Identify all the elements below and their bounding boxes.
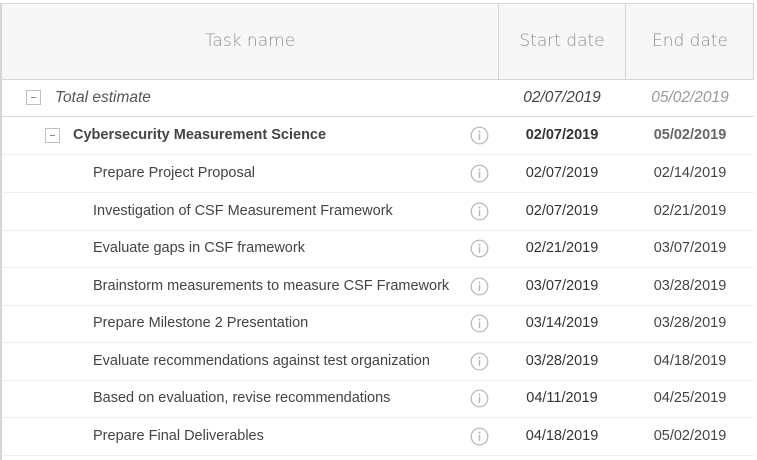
task-grid: Task name Start date End date Total esti… [0,0,757,460]
task-row[interactable]: Prepare Project Proposal 02/07/2019 02/14/… [2,155,754,193]
task-name: Evaluate gaps in CSF framework [93,240,305,256]
task-start-date: 02/07/2019 [525,203,599,219]
total-end-date: 05/02/2019 [651,89,729,106]
task-end-date: 03/28/2019 [653,278,727,294]
task-end-date: 04/18/2019 [653,353,727,369]
task-name: Prepare Project Proposal [93,165,255,181]
info-icon[interactable] [470,239,489,258]
group-name: Cybersecurity Measurement Science [73,127,327,143]
task-end-date: 04/25/2019 [653,390,727,406]
task-name: Prepare Final Deliverables [93,428,264,444]
task-name: Investigation of CSF Measurement Framewo… [93,203,393,219]
info-icon[interactable] [470,427,489,446]
task-row[interactable]: Evaluate recommendations against test or… [2,343,754,381]
info-icon[interactable] [470,164,489,183]
task-end-date: 02/14/2019 [653,165,727,181]
info-icon[interactable] [470,352,489,371]
task-row[interactable]: Brainstorm measurements to measure CSF F… [2,268,754,306]
total-estimate-label: Total estimate [55,89,151,106]
total-start-date: 02/07/2019 [523,89,601,106]
task-row[interactable]: Prepare Milestone 2 Presentation 03/14/20… [2,305,754,343]
task-row[interactable]: Investigation of CSF Measurement Framewo… [2,193,754,231]
task-start-date: 03/28/2019 [525,353,599,369]
group-row[interactable]: Cybersecurity Measurement Science 02/07/… [2,117,754,155]
info-icon[interactable] [470,126,489,145]
info-icon[interactable] [470,277,489,296]
info-icon[interactable] [470,202,489,221]
column-header-task-name[interactable]: Task name [2,4,499,79]
grid-header: Task name Start date End date [2,3,754,80]
group-start-date: 02/07/2019 [525,127,599,143]
task-end-date: 05/02/2019 [653,428,727,444]
task-end-date: 03/28/2019 [653,315,727,331]
task-row[interactable]: Based on evaluation, revise recommendati… [2,380,754,418]
group-end-date: 05/02/2019 [653,127,727,143]
task-name: Evaluate recommendations against test or… [93,353,430,369]
task-row[interactable]: Prepare Final Deliverables 04/18/2019 05/0… [2,418,754,456]
info-icon[interactable] [470,389,489,408]
task-start-date: 04/18/2019 [525,428,599,444]
task-end-date: 02/21/2019 [653,203,727,219]
info-icon[interactable] [470,314,489,333]
task-name: Brainstorm measurements to measure CSF F… [93,278,450,294]
column-header-start-date[interactable]: Start date [499,4,626,79]
task-start-date: 03/07/2019 [525,278,599,294]
task-start-date: 02/07/2019 [525,165,599,181]
total-estimate-row[interactable]: Total estimate 02/07/2019 05/02/2019 [2,79,754,117]
task-end-date: 03/07/2019 [653,240,727,256]
task-name: Based on evaluation, revise recommendati… [93,390,391,406]
task-row[interactable]: Evaluate gaps in CSF framework 02/21/2019… [2,230,754,268]
task-name: Prepare Milestone 2 Presentation [93,315,309,331]
task-start-date: 03/14/2019 [525,315,599,331]
column-header-end-date[interactable]: End date [626,4,754,79]
task-start-date: 04/11/2019 [526,390,598,406]
task-start-date: 02/21/2019 [525,240,599,256]
